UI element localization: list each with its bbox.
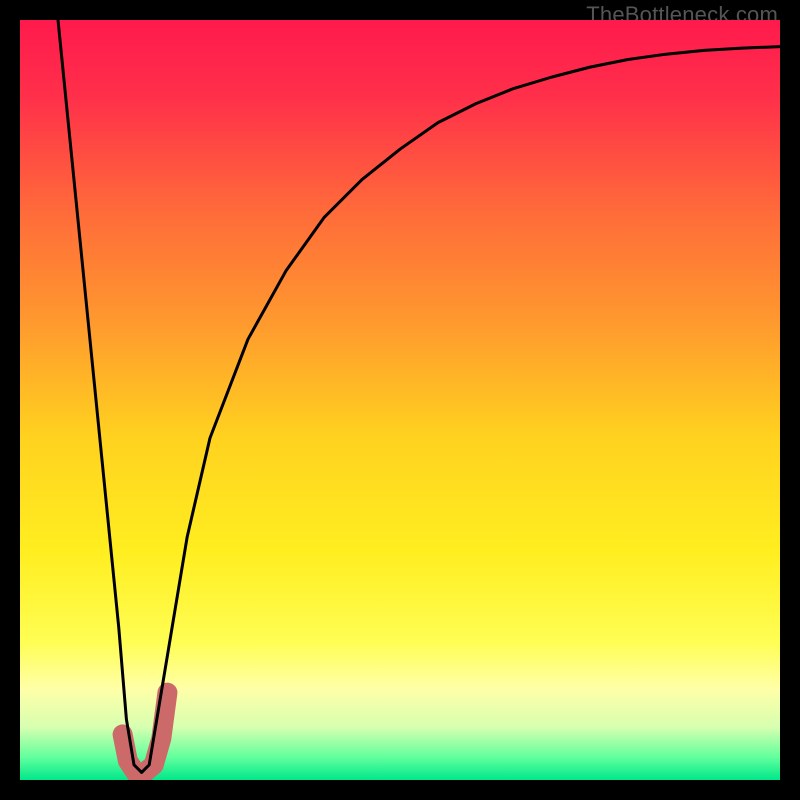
curve-layer xyxy=(20,20,780,780)
bottleneck-curve xyxy=(58,20,780,772)
plot-area xyxy=(20,20,780,780)
chart-frame: TheBottleneck.com xyxy=(0,0,800,800)
